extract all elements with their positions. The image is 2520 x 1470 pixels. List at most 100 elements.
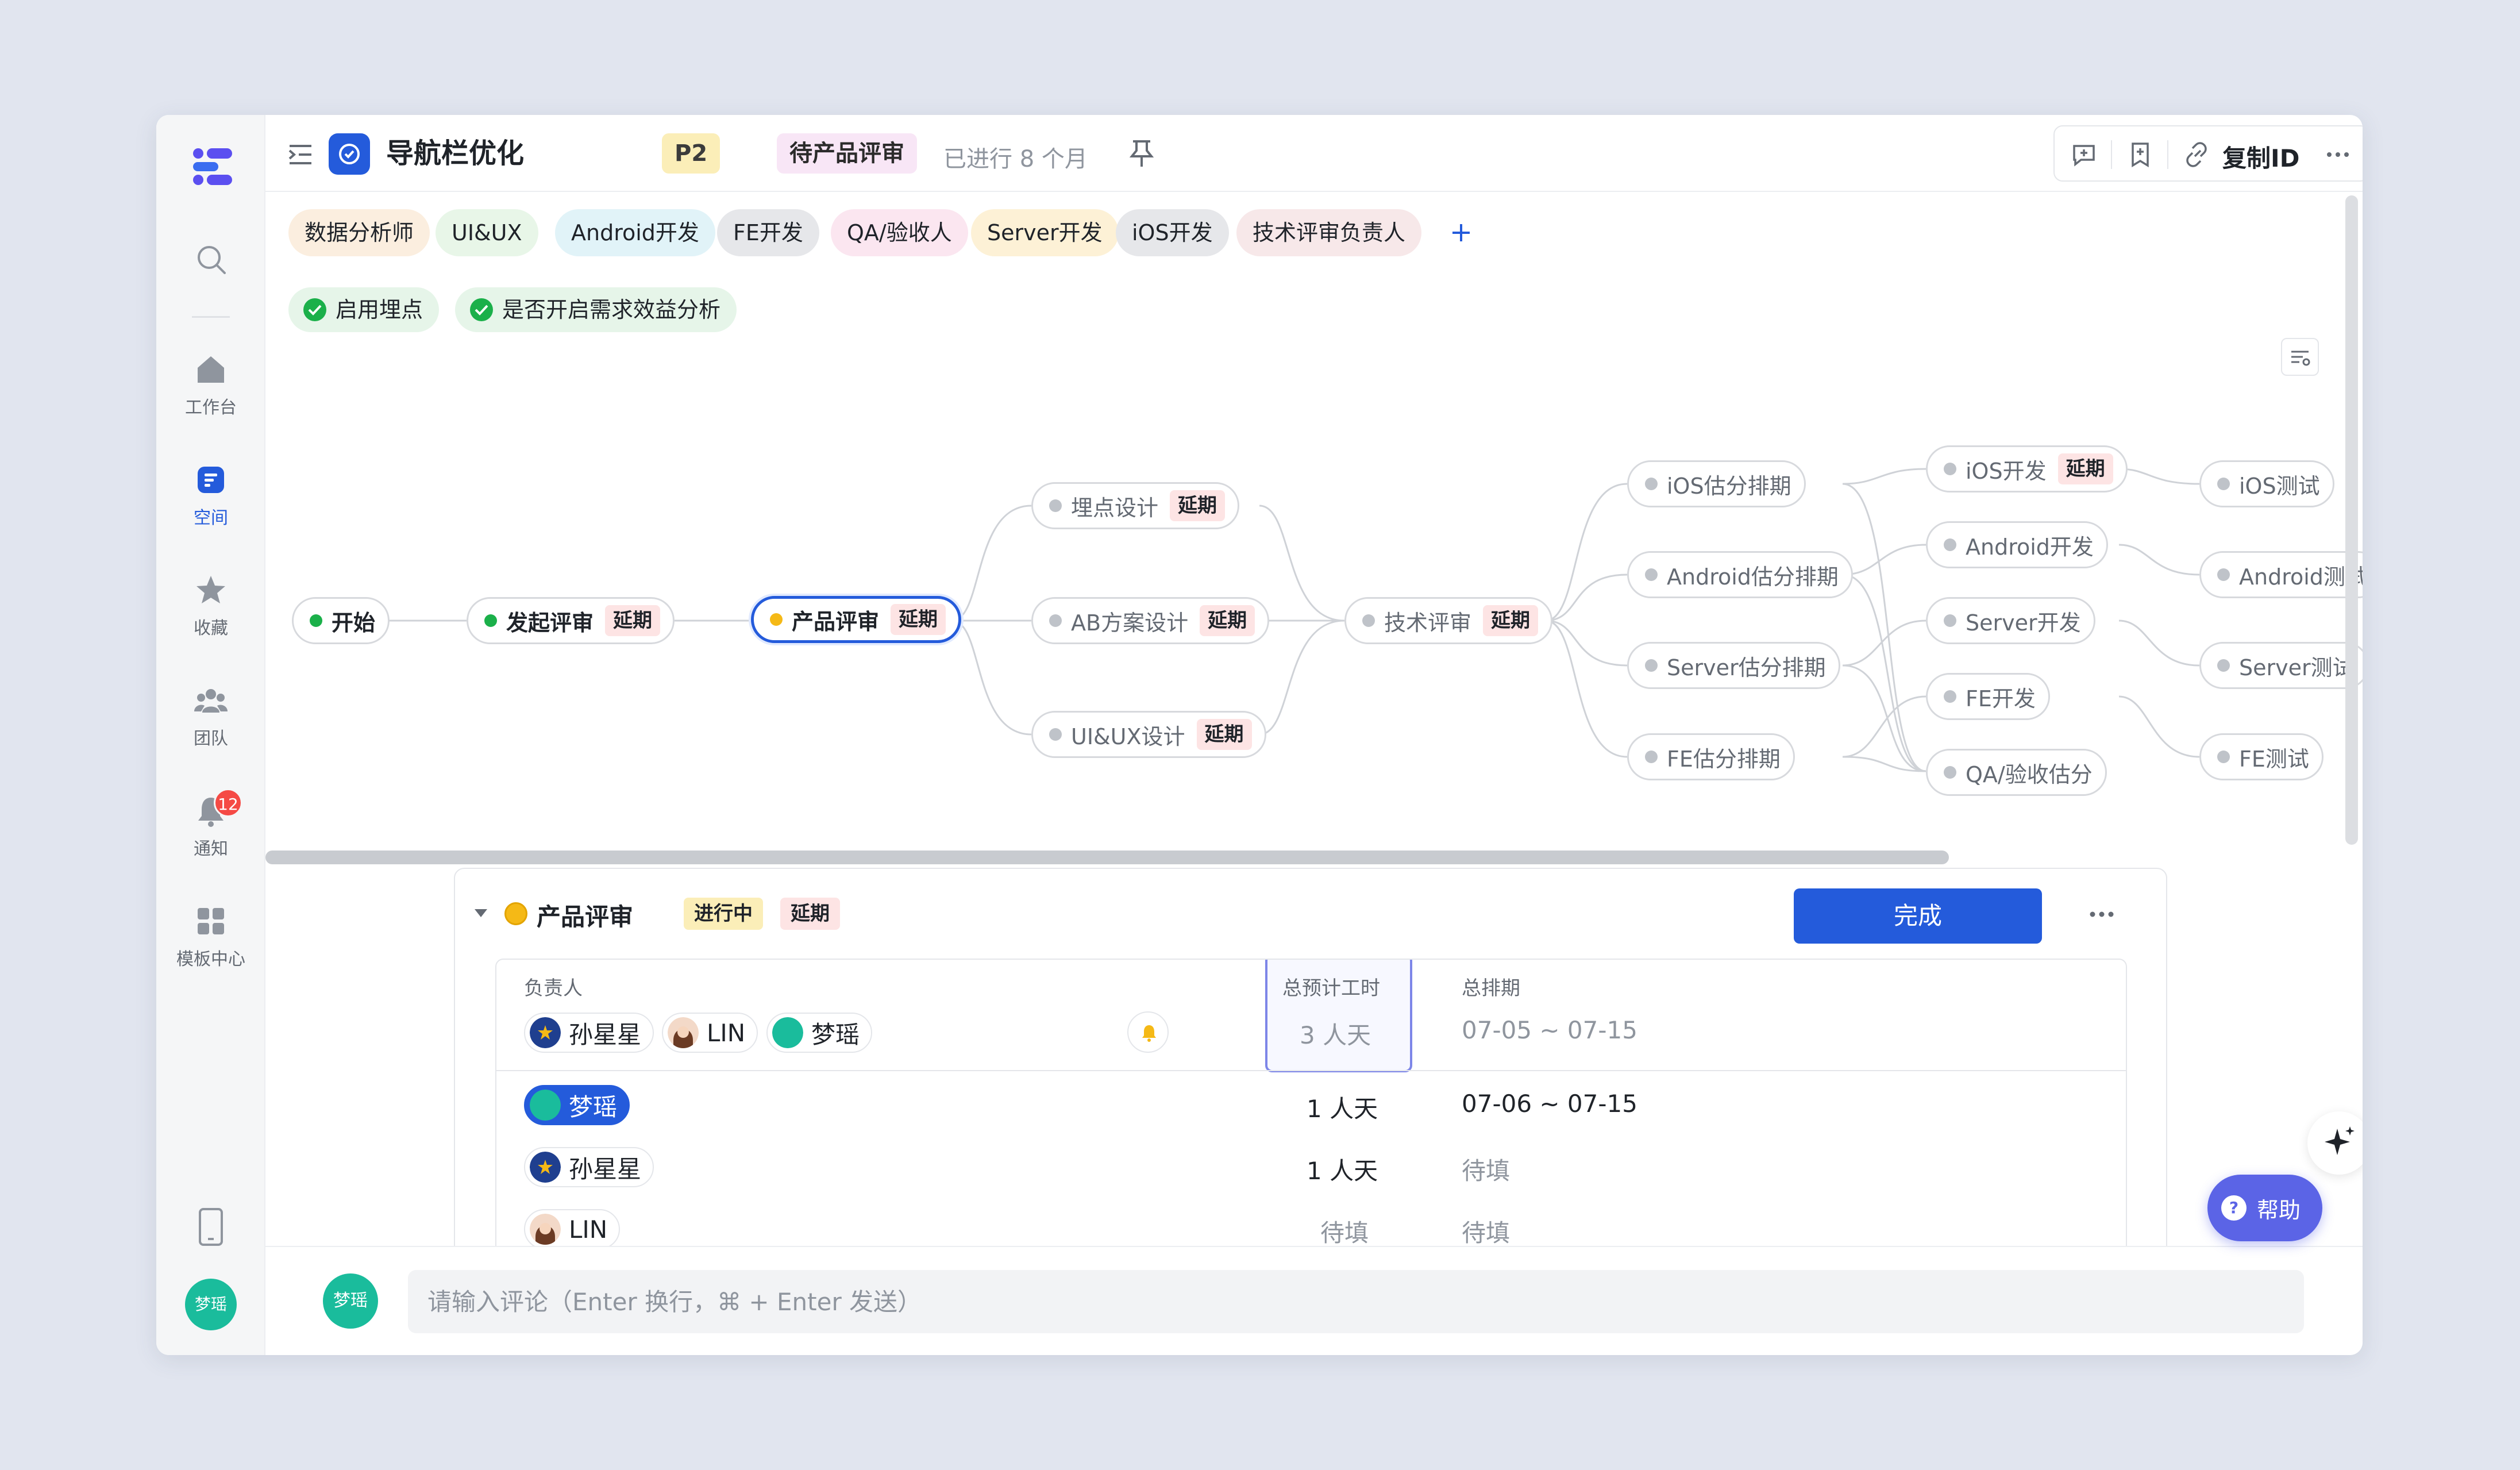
node-android-dev[interactable]: Android开发 — [1926, 521, 2108, 568]
total-schedule[interactable]: 07-05 ~ 07-15 — [1462, 1016, 1637, 1044]
row-schedule[interactable]: 07-06 ~ 07-15 — [1462, 1090, 1637, 1118]
node-label: 技术评审 — [1384, 610, 1472, 636]
nav-label: 模板中心 — [176, 949, 245, 969]
status-dot — [1645, 659, 1658, 672]
delay-badge: 延期 — [780, 898, 840, 930]
assignee-chip[interactable]: LIN — [524, 1209, 621, 1249]
status-dot — [1049, 614, 1062, 627]
node-ios-dev[interactable]: iOS开发 延期 — [1926, 445, 2128, 492]
node-product-review[interactable]: 产品评审 延期 — [751, 596, 962, 643]
node-label: iOS测试 — [2239, 473, 2320, 499]
total-est-hours[interactable]: 3 人天 — [1300, 1016, 1371, 1051]
owner-name: LIN — [707, 1018, 746, 1047]
avatar — [530, 1214, 561, 1245]
node-ab-design[interactable]: AB方案设计 延期 — [1031, 597, 1270, 644]
avatar — [530, 1152, 561, 1183]
node-tech-review[interactable]: 技术评审 延期 — [1344, 597, 1553, 644]
node-label: Server测试 — [2239, 655, 2355, 680]
more-options-icon[interactable] — [2084, 906, 2119, 923]
owner-name: 孙星星 — [569, 1020, 642, 1049]
assignee-chip[interactable]: 孙星星 — [524, 1147, 654, 1187]
horizontal-scrollbar[interactable] — [265, 851, 1949, 864]
stage-status-dot — [504, 902, 527, 925]
svg-text:?: ? — [2229, 1198, 2238, 1217]
status-dot — [1944, 766, 1956, 779]
bell-icon — [1142, 1025, 1156, 1042]
status-dot — [1944, 463, 1956, 475]
status-dot — [484, 614, 497, 627]
comment-input[interactable] — [408, 1270, 2304, 1333]
complete-button[interactable]: 完成 — [1794, 888, 2042, 944]
status-dot — [2217, 751, 2230, 763]
row-hours[interactable]: 1 人天 — [1307, 1152, 1378, 1187]
vertical-scrollbar[interactable] — [2345, 195, 2358, 845]
status-dot — [2217, 659, 2230, 672]
status-dot — [310, 614, 322, 627]
delay-badge: 延期 — [2057, 453, 2113, 484]
node-fe-dev[interactable]: FE开发 — [1926, 673, 2050, 720]
node-label: UI&UX设计 — [1071, 724, 1185, 749]
node-fe-test[interactable]: FE测试 — [2199, 733, 2324, 780]
status-dot — [1362, 614, 1375, 627]
col-schedule: 总排期 — [1462, 977, 1520, 1000]
nav-templates[interactable]: 模板中心 — [156, 903, 265, 970]
comment-bar: 梦瑶 — [265, 1246, 2363, 1355]
avatar — [772, 1017, 803, 1048]
stage-title: 产品评审 — [537, 903, 634, 931]
assignee-chip[interactable]: 梦瑶 — [524, 1085, 630, 1125]
status-dot — [1049, 728, 1062, 741]
col-owner: 负责人 — [524, 977, 583, 1000]
node-fe-estimate[interactable]: FE估分排期 — [1627, 733, 1795, 780]
node-label: FE估分排期 — [1667, 746, 1781, 772]
node-label: Server估分排期 — [1667, 655, 1826, 680]
row-divider — [496, 1070, 2126, 1071]
delay-badge: 延期 — [1196, 719, 1252, 750]
node-label: iOS开发 — [1966, 458, 2047, 484]
workflow-diagram: 开始 发起评审 延期 产品评审 延期 埋点设计 延期 AB方案设计 延期 UI&UX设计… — [156, 115, 2363, 868]
row-hours[interactable]: 待填 — [1320, 1214, 1369, 1249]
node-android-estimate[interactable]: Android估分排期 — [1627, 551, 1853, 598]
delay-badge: 延期 — [1483, 605, 1539, 636]
node-server-estimate[interactable]: Server估分排期 — [1627, 642, 1840, 689]
node-ios-estimate[interactable]: iOS估分排期 — [1627, 460, 1806, 507]
avatar — [530, 1090, 561, 1121]
node-start[interactable]: 开始 — [292, 597, 390, 644]
node-server-test[interactable]: Server测试 — [2199, 642, 2363, 689]
row-schedule[interactable]: 待填 — [1462, 1214, 1510, 1249]
sparkle-icon — [2325, 1126, 2355, 1155]
owner-chip[interactable]: 梦瑶 — [766, 1013, 873, 1053]
question-icon: ? — [2221, 1195, 2247, 1221]
help-label: 帮助 — [2257, 1197, 2301, 1223]
node-server-dev[interactable]: Server开发 — [1926, 597, 2095, 644]
owner-chip[interactable]: LIN — [662, 1013, 758, 1053]
user-avatar[interactable]: 梦瑶 — [185, 1279, 237, 1330]
help-button[interactable]: ? 帮助 — [2207, 1175, 2322, 1241]
delay-badge: 延期 — [891, 604, 946, 635]
node-label: Android估分排期 — [1667, 564, 1839, 590]
node-uiux-design[interactable]: UI&UX设计 延期 — [1031, 711, 1266, 758]
mobile-icon[interactable] — [196, 1207, 225, 1247]
node-tracking-design[interactable]: 埋点设计 延期 — [1031, 482, 1240, 529]
row-hours[interactable]: 1 人天 — [1307, 1090, 1378, 1125]
delay-badge: 延期 — [1200, 605, 1255, 636]
status-dot — [1645, 751, 1658, 763]
node-ios-test[interactable]: iOS测试 — [2199, 460, 2334, 507]
status-dot — [1944, 690, 1956, 703]
node-qa-estimate[interactable]: QA/验收估分 — [1926, 749, 2107, 796]
template-icon — [198, 908, 224, 934]
task-detail-window: 工作台 空间 收藏 团队 12 通知 模板中心 梦瑶 导航栏优化 P2 待产品评… — [156, 115, 2363, 1355]
status-dot — [1049, 499, 1062, 512]
ai-assistant-button[interactable] — [2307, 1111, 2363, 1175]
collapse-chevron-icon[interactable] — [471, 903, 491, 923]
node-initiate-review[interactable]: 发起评审 延期 — [467, 597, 675, 644]
node-android-test[interactable]: Android测试 — [2199, 551, 2363, 598]
owner-chip[interactable]: 孙星星 — [524, 1013, 654, 1053]
node-label: 开始 — [332, 610, 376, 636]
remind-button[interactable] — [1127, 1011, 1169, 1053]
node-label: AB方案设计 — [1071, 610, 1189, 636]
owner-name: 梦瑶 — [811, 1020, 860, 1049]
avatar — [668, 1017, 699, 1048]
status-dot — [1645, 478, 1658, 490]
row-schedule[interactable]: 待填 — [1462, 1152, 1510, 1187]
node-label: QA/验收估分 — [1966, 761, 2093, 787]
